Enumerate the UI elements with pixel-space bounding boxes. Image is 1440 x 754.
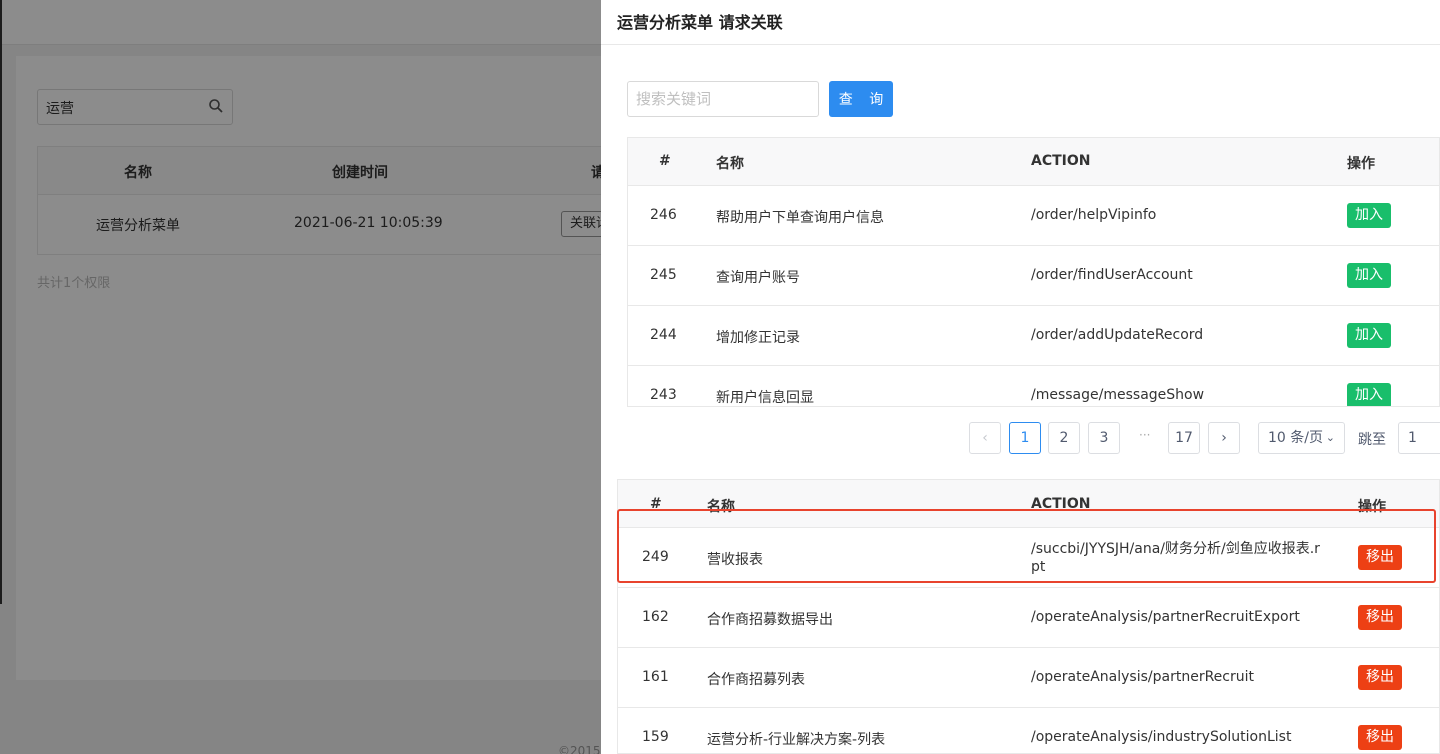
- row-action: /operateAnalysis/partnerRecruitExport: [1031, 609, 1300, 625]
- page-size-value: 10 条/页: [1268, 430, 1323, 446]
- row-id: 161: [642, 669, 669, 685]
- column-id-header: #: [650, 496, 662, 512]
- row-name: 帮助用户下单查询用户信息: [716, 210, 884, 226]
- row-action: /message/messageShow: [1031, 387, 1205, 403]
- remove-button[interactable]: 移出: [1358, 605, 1402, 630]
- column-action-header: ACTION: [1031, 496, 1091, 512]
- table-row: 249 营收报表 /succbi/JYYSJH/ana/财务分析/剑鱼应收报表.…: [618, 528, 1439, 588]
- table-header: # 名称 ACTION 操作: [628, 138, 1439, 186]
- table-row: 246 帮助用户下单查询用户信息 /order/helpVipinfo 加入: [628, 186, 1439, 246]
- page-2-button[interactable]: 2: [1048, 422, 1080, 454]
- page-3-button[interactable]: 3: [1088, 422, 1120, 454]
- add-button[interactable]: 加入: [1347, 263, 1391, 288]
- column-operation-header: 操作: [1358, 499, 1386, 515]
- column-id-header: #: [659, 153, 671, 169]
- remove-button[interactable]: 移出: [1358, 725, 1402, 750]
- row-id: 249: [642, 549, 669, 565]
- row-name: 合作商招募数据导出: [707, 612, 833, 628]
- keyword-search-input[interactable]: [627, 81, 819, 117]
- prev-page-button[interactable]: ‹: [969, 422, 1001, 454]
- row-id: 246: [650, 207, 677, 223]
- available-requests-table: # 名称 ACTION 操作 246 帮助用户下单查询用户信息 /order/h…: [627, 137, 1440, 407]
- row-id: 162: [642, 609, 669, 625]
- page-17-button[interactable]: 17: [1168, 422, 1200, 454]
- row-action: /operateAnalysis/partnerRecruit: [1031, 669, 1254, 685]
- next-page-button[interactable]: ›: [1208, 422, 1240, 454]
- table-header: # 名称 ACTION 操作: [618, 480, 1439, 528]
- pagination-ellipsis[interactable]: ···: [1139, 428, 1150, 442]
- add-button[interactable]: 加入: [1347, 383, 1391, 406]
- table-row: 243 新用户信息回显 /message/messageShow 加入: [628, 366, 1439, 406]
- row-name: 新用户信息回显: [716, 390, 814, 406]
- row-name: 运营分析-行业解决方案-列表: [707, 732, 886, 748]
- drawer-title: 运营分析菜单 请求关联: [617, 13, 783, 32]
- column-name-header: 名称: [707, 499, 735, 515]
- add-button[interactable]: 加入: [1347, 323, 1391, 348]
- row-id: 243: [650, 387, 677, 403]
- row-name: 营收报表: [707, 552, 763, 568]
- chevron-down-icon: ⌄: [1325, 431, 1335, 444]
- row-name: 查询用户账号: [716, 270, 800, 286]
- column-action-header: ACTION: [1031, 153, 1091, 169]
- row-action: /order/findUserAccount: [1031, 267, 1193, 283]
- table-row: 162 合作商招募数据导出 /operateAnalysis/partnerRe…: [618, 588, 1439, 648]
- related-requests-table: # 名称 ACTION 操作 249 营收报表 /succbi/JYYSJH/a…: [617, 479, 1440, 754]
- row-action-line-2: pt: [1031, 559, 1046, 575]
- query-button[interactable]: 查 询: [829, 81, 893, 117]
- remove-button[interactable]: 移出: [1358, 545, 1402, 570]
- page-1-button[interactable]: 1: [1009, 422, 1041, 454]
- add-button[interactable]: 加入: [1347, 203, 1391, 228]
- column-name-header: 名称: [716, 156, 744, 172]
- row-id: 245: [650, 267, 677, 283]
- remove-button[interactable]: 移出: [1358, 665, 1402, 690]
- column-operation-header: 操作: [1347, 156, 1375, 172]
- row-action: /order/helpVipinfo: [1031, 207, 1157, 223]
- row-id: 244: [650, 327, 677, 343]
- jump-to-input[interactable]: 1: [1398, 422, 1440, 454]
- row-action-line-1: /succbi/JYYSJH/ana/财务分析/剑鱼应收报表.r: [1031, 541, 1320, 557]
- drawer-header: 运营分析菜单 请求关联: [601, 0, 1440, 45]
- row-name: 增加修正记录: [716, 330, 800, 346]
- row-action: /order/addUpdateRecord: [1031, 327, 1204, 343]
- page-size-select[interactable]: 10 条/页 ⌄: [1258, 422, 1345, 454]
- row-id: 159: [642, 729, 669, 745]
- request-relation-drawer: 运营分析菜单 请求关联 查 询 # 名称 ACTION 操作 246 帮助用户下…: [601, 0, 1440, 754]
- jump-to-label: 跳至: [1358, 432, 1386, 448]
- table-row: 244 增加修正记录 /order/addUpdateRecord 加入: [628, 306, 1439, 366]
- row-name: 合作商招募列表: [707, 672, 805, 688]
- row-action: /operateAnalysis/industrySolutionList: [1031, 729, 1292, 745]
- table-row: 161 合作商招募列表 /operateAnalysis/partnerRecr…: [618, 648, 1439, 708]
- table-row: 159 运营分析-行业解决方案-列表 /operateAnalysis/indu…: [618, 708, 1439, 753]
- table-row: 245 查询用户账号 /order/findUserAccount 加入: [628, 246, 1439, 306]
